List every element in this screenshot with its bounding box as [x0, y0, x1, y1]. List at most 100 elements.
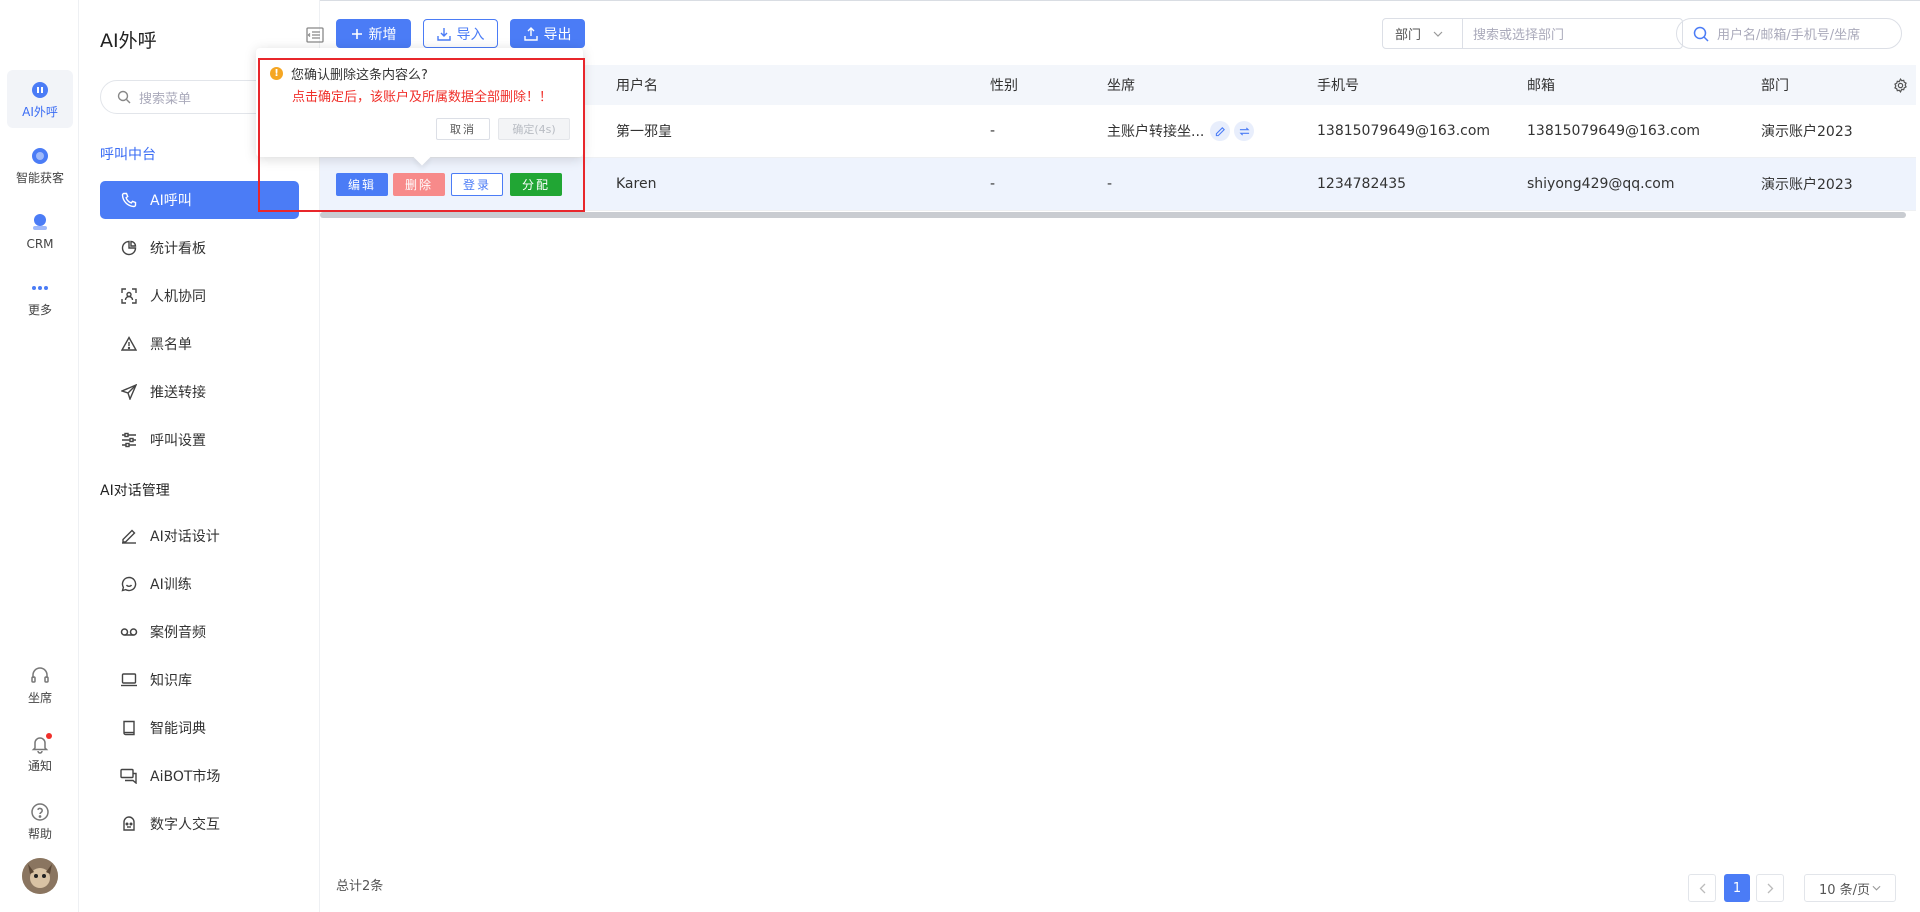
cell-gender: -: [990, 123, 996, 139]
cell-seat: 主账户转接坐...: [1107, 105, 1255, 157]
scan-user-icon: [120, 287, 138, 305]
login-button[interactable]: 登录: [451, 173, 503, 196]
target-icon: [30, 146, 50, 166]
menu-item-ai-call[interactable]: AI呼叫: [100, 181, 299, 219]
popover-title: ! 您确认删除这条内容么?: [270, 64, 428, 83]
warning-icon: !: [270, 67, 283, 80]
menu-item-call-settings[interactable]: 呼叫设置: [100, 421, 299, 459]
menu-search-placeholder: 搜索菜单: [139, 91, 192, 107]
page-size-select[interactable]: 10 条/页: [1804, 874, 1896, 902]
menu-item-aibot-market[interactable]: AiBOT市场: [100, 757, 299, 795]
help-circle-icon: [30, 802, 50, 822]
horizontal-scrollbar[interactable]: [320, 212, 1906, 218]
confirm-button[interactable]: 确定(4s): [498, 118, 570, 140]
menu-title: AI外呼: [100, 30, 157, 52]
menu-item-case-audio[interactable]: 案例音频: [100, 613, 299, 651]
cell-dept: 演示账户2023: [1761, 124, 1853, 140]
rail-item-help[interactable]: 帮助: [7, 792, 73, 850]
rail-item-customer-acquisition[interactable]: 智能获客: [7, 136, 73, 194]
sliders-icon: [120, 431, 138, 449]
pie-chart-icon: [120, 239, 138, 257]
voicemail-icon: [120, 623, 138, 641]
rail-item-label: AI外呼: [22, 104, 58, 119]
menu-item-blacklist[interactable]: 黑名单: [100, 325, 299, 363]
export-icon: [523, 26, 538, 41]
cell-phone: 13815079649@163.com: [1317, 123, 1491, 139]
menu-item-dictionary[interactable]: 智能词典: [100, 709, 299, 747]
gear-icon[interactable]: [1893, 77, 1908, 97]
rail-item-label: 坐席: [27, 690, 52, 705]
menu-item-label: 数字人交互: [150, 817, 220, 833]
menu-item-label: 黑名单: [150, 337, 192, 353]
menu-item-label: 知识库: [150, 673, 192, 689]
export-button[interactable]: 导出: [510, 19, 585, 48]
rail-item-crm[interactable]: CRM: [7, 202, 73, 260]
menu-item-label: 案例音频: [150, 625, 206, 641]
menu-item-label: 智能词典: [150, 721, 206, 737]
menu-item-label: 呼叫设置: [150, 433, 206, 449]
delete-confirm-popover: ! 您确认删除这条内容么? 点击确定后，该账户及所属数据全部删除！！ 取消 确定…: [256, 48, 583, 166]
ai-call-icon: [30, 80, 50, 100]
col-email: 邮箱: [1527, 78, 1555, 94]
user-search-input[interactable]: 用户名/邮箱/手机号/坐席: [1676, 18, 1902, 49]
assign-button[interactable]: 分配: [510, 173, 562, 196]
table-row: 编辑 删除 登录 分配 Karen - - 1234782435 shiyong…: [320, 158, 1916, 211]
search-icon: [1693, 26, 1709, 42]
cell-username: Karen: [616, 176, 657, 192]
cell-email: shiyong429@qq.com: [1527, 176, 1675, 192]
notification-dot: [46, 732, 52, 739]
col-seat: 坐席: [1107, 78, 1135, 94]
rail-item-ai-call[interactable]: AI外呼: [7, 70, 73, 128]
import-icon: [436, 27, 451, 41]
phone-icon: [120, 191, 138, 209]
rail-item-seat[interactable]: 坐席: [7, 656, 73, 714]
menu-item-knowledge-base[interactable]: 知识库: [100, 661, 299, 699]
department-select[interactable]: 部门: [1383, 19, 1463, 48]
transfer-seat-icon[interactable]: [1234, 121, 1255, 141]
menu-item-ai-training[interactable]: AI训练: [100, 565, 299, 603]
more-dots-icon: [30, 278, 50, 298]
plus-icon: [351, 28, 363, 40]
menu-group-call-center[interactable]: 呼叫中台: [100, 144, 156, 164]
book-icon: [120, 719, 138, 737]
prev-page-button[interactable]: [1688, 874, 1716, 902]
menu-item-dialog-design[interactable]: AI对话设计: [100, 517, 299, 555]
rail-item-label: 帮助: [27, 826, 52, 841]
rail-item-notify[interactable]: 通知: [7, 724, 73, 782]
app-rail: AI外呼 智能获客 CRM 更多 坐席 通知 帮助: [0, 0, 79, 912]
cancel-button[interactable]: 取消: [436, 118, 490, 140]
delete-button[interactable]: 删除: [393, 173, 445, 196]
send-icon: [120, 383, 138, 401]
menu-item-label: AI对话设计: [150, 529, 220, 545]
chevron-left-icon: [1699, 883, 1705, 893]
pen-icon: [120, 527, 138, 545]
menu-group-dialog-mgmt[interactable]: AI对话管理: [100, 480, 170, 500]
avatar[interactable]: [22, 858, 58, 894]
rail-item-more[interactable]: 更多: [7, 268, 73, 326]
menu-item-digital-human[interactable]: 数字人交互: [100, 805, 299, 843]
messages-icon: [120, 767, 138, 785]
menu-item-label: 推送转接: [150, 385, 206, 401]
total-count: 总计2条: [336, 879, 384, 894]
rail-item-label: CRM: [26, 236, 54, 251]
add-button[interactable]: 新增: [336, 19, 411, 48]
chevron-right-icon: [1767, 883, 1773, 893]
chevron-down-icon: [1872, 885, 1881, 891]
cell-phone: 1234782435: [1317, 176, 1407, 192]
edit-seat-icon[interactable]: [1210, 121, 1231, 141]
menu-item-push-transfer[interactable]: 推送转接: [100, 373, 299, 411]
laptop-icon: [120, 671, 138, 689]
import-button[interactable]: 导入: [423, 19, 498, 48]
edit-button[interactable]: 编辑: [336, 173, 388, 196]
cell-gender: -: [990, 176, 996, 192]
menu-item-stats[interactable]: 统计看板: [100, 229, 299, 267]
headset-icon: [30, 666, 50, 686]
department-search-input[interactable]: 搜索或选择部门: [1463, 19, 1682, 48]
page-number-current[interactable]: 1: [1724, 874, 1750, 902]
next-page-button[interactable]: [1756, 874, 1784, 902]
menu-item-collab[interactable]: 人机协同: [100, 277, 299, 315]
col-gender: 性别: [990, 78, 1018, 94]
popover-warning-message: 点击确定后，该账户及所属数据全部删除！！: [292, 90, 553, 105]
cell-seat: -: [1107, 176, 1113, 192]
cell-username: 第一邪皇: [616, 124, 672, 140]
